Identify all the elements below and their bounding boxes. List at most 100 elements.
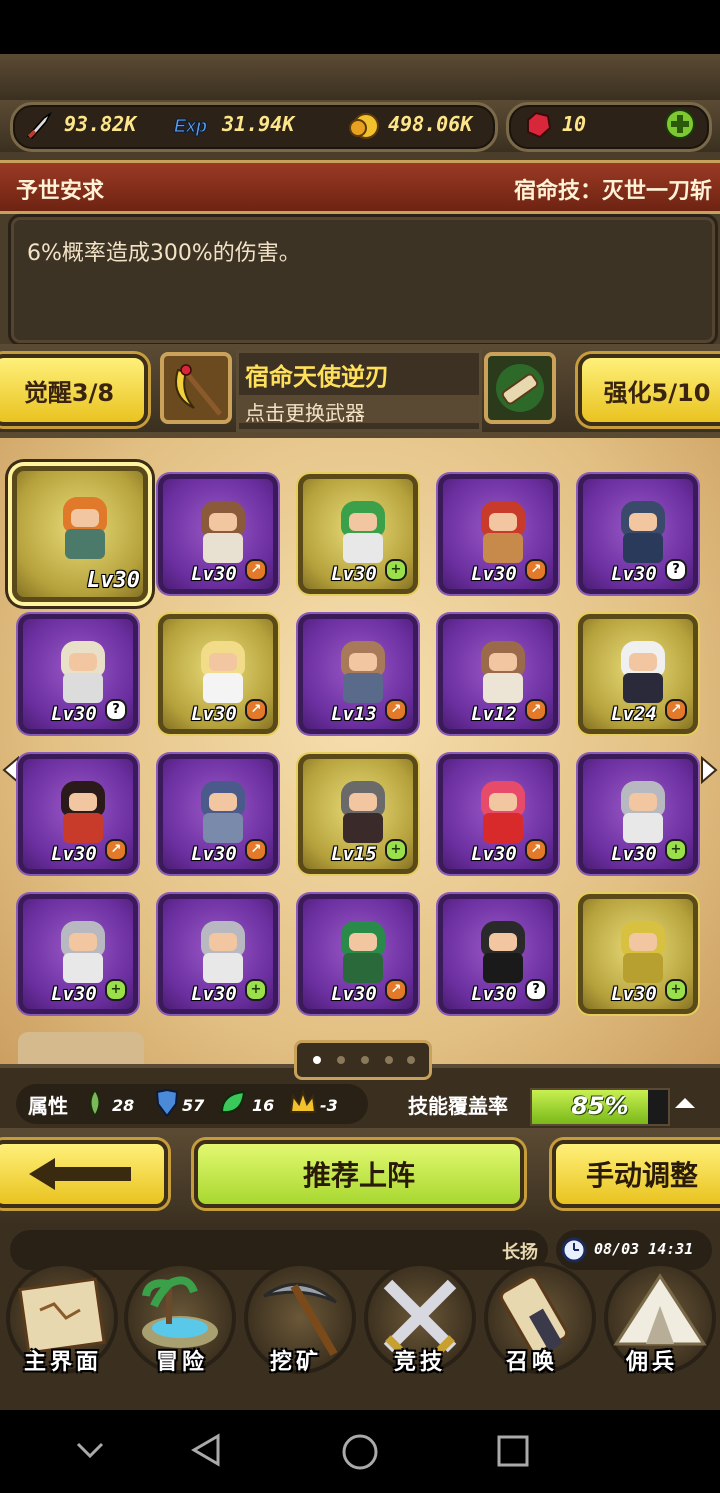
hero-card[interactable]: Lv30 + xyxy=(18,894,138,1014)
coverage-bar: 85% xyxy=(530,1088,670,1126)
weapon-slot[interactable] xyxy=(160,352,232,424)
recents-square-icon[interactable] xyxy=(496,1434,530,1468)
hero-card[interactable]: Lv30 ↗ xyxy=(438,474,558,594)
hero-card[interactable]: Lv30 ↗ xyxy=(158,754,278,874)
nav-label-mining: 挖矿 xyxy=(270,1350,323,1375)
hero-face xyxy=(629,653,657,671)
hero-body xyxy=(63,953,103,983)
hero-body xyxy=(483,813,523,843)
hero-level: Lv30 xyxy=(611,563,657,585)
hero-level: Lv30 xyxy=(471,843,517,865)
hero-portrait xyxy=(51,913,115,985)
hero-card[interactable]: Lv30 + xyxy=(158,894,278,1014)
hero-body xyxy=(343,673,383,703)
hero-level: Lv30 xyxy=(471,983,517,1005)
skill-coverage-label: 技能覆盖率 xyxy=(408,1094,508,1118)
hero-level: Lv24 xyxy=(611,703,657,725)
hero-face xyxy=(629,513,657,531)
awaken-button[interactable]: 觉醒3/8 xyxy=(0,354,148,426)
page-indicator xyxy=(294,1040,432,1080)
level-up-arrow-icon: ↗ xyxy=(525,559,547,581)
hero-face xyxy=(349,653,377,671)
hero-portrait xyxy=(611,633,675,705)
hero-card[interactable]: Lv30 ↗ xyxy=(158,474,278,594)
hero-portrait xyxy=(471,913,535,985)
hero-card[interactable]: Lv30 ↗ xyxy=(158,614,278,734)
chat-sender: 长扬 xyxy=(502,1242,538,1263)
page-right-arrow-icon[interactable] xyxy=(700,756,718,784)
set-name: 予世安求 xyxy=(16,179,105,204)
scroll-slot[interactable] xyxy=(484,352,556,424)
enhance-button[interactable]: 强化5/10 xyxy=(578,354,720,426)
hero-body xyxy=(623,533,663,563)
page-dot-active xyxy=(313,1056,321,1064)
hero-level: Lv30 xyxy=(51,983,97,1005)
page-dot xyxy=(385,1056,393,1064)
page-dot xyxy=(337,1056,345,1064)
hero-portrait xyxy=(331,493,395,565)
hero-body xyxy=(203,673,243,703)
hero-card[interactable]: Lv30 + xyxy=(578,894,698,1014)
page-dot xyxy=(407,1056,415,1064)
hero-card[interactable]: Lv12 ↗ xyxy=(438,614,558,734)
level-up-arrow-icon: ↗ xyxy=(525,839,547,861)
hero-portrait xyxy=(471,633,535,705)
chevron-down-icon[interactable] xyxy=(74,1438,106,1462)
level-up-arrow-icon: ↗ xyxy=(525,699,547,721)
hero-card[interactable]: Lv13 ↗ xyxy=(298,614,418,734)
hero-card[interactable]: Lv30? xyxy=(438,894,558,1014)
expand-up-icon[interactable] xyxy=(672,1090,698,1116)
hero-face xyxy=(629,933,657,951)
manual-adjust-button[interactable]: 手动调整 xyxy=(552,1140,720,1208)
hero-level: Lv12 xyxy=(471,703,517,725)
hero-card[interactable]: Lv15 + xyxy=(298,754,418,874)
hero-body xyxy=(483,533,523,563)
hero-card[interactable]: Lv30 ↗ xyxy=(438,754,558,874)
hero-face xyxy=(69,933,97,951)
exp-value: 31.94K xyxy=(222,112,295,136)
gold-value: 498.06K xyxy=(388,112,473,136)
weapon-change-hint: 点击更换武器 xyxy=(239,395,479,425)
hero-level: Lv15 xyxy=(331,843,377,865)
hero-body xyxy=(203,533,243,563)
hero-card[interactable]: Lv30? xyxy=(18,614,138,734)
skill-title-bar: 予世安求 宿命技：灭世一刀斩 xyxy=(0,160,720,214)
back-button[interactable] xyxy=(0,1140,168,1208)
back-triangle-icon[interactable] xyxy=(188,1432,224,1468)
hero-portrait xyxy=(51,633,115,705)
datetime: 08/03 14:31 xyxy=(594,1240,694,1258)
hero-face xyxy=(209,793,237,811)
hero-card[interactable]: Lv30 xyxy=(12,466,148,602)
hero-card[interactable]: Lv30 + xyxy=(298,474,418,594)
hero-body xyxy=(623,953,663,983)
hero-card[interactable]: Lv30 ↗ xyxy=(298,894,418,1014)
ruby-gem-icon xyxy=(527,111,552,139)
hero-body xyxy=(65,529,105,559)
hero-portrait xyxy=(51,773,115,845)
level-up-arrow-icon: ↗ xyxy=(385,699,407,721)
home-circle-icon[interactable] xyxy=(340,1432,380,1472)
hero-face xyxy=(209,653,237,671)
level-up-arrow-icon: ↗ xyxy=(245,559,267,581)
scythe-weapon-icon xyxy=(175,364,222,416)
add-gems-plus-icon[interactable] xyxy=(664,108,696,140)
recommend-lineup-button[interactable]: 推荐上阵 xyxy=(194,1140,524,1208)
hero-card[interactable]: Lv24 ↗ xyxy=(578,614,698,734)
coverage-value: 85% xyxy=(571,1092,629,1120)
hero-portrait xyxy=(331,773,395,845)
hero-face xyxy=(489,793,517,811)
hero-body xyxy=(343,813,383,843)
sword-icon xyxy=(26,111,52,139)
chat-bar[interactable]: 长扬 xyxy=(10,1230,548,1270)
hero-card[interactable]: Lv30? xyxy=(578,474,698,594)
scroll-icon xyxy=(496,364,544,412)
weapon-info-panel[interactable]: 宿命天使逆刃 点击更换武器 xyxy=(236,350,482,432)
hero-portrait xyxy=(331,913,395,985)
hero-level: Lv30 xyxy=(191,703,237,725)
nav-label-arena: 竞技 xyxy=(394,1350,447,1375)
hero-card[interactable]: Lv30 ↗ xyxy=(18,754,138,874)
level-up-arrow-icon: ↗ xyxy=(665,699,687,721)
hero-card[interactable]: Lv30 + xyxy=(578,754,698,874)
hero-face xyxy=(489,513,517,531)
hero-body xyxy=(483,953,523,983)
